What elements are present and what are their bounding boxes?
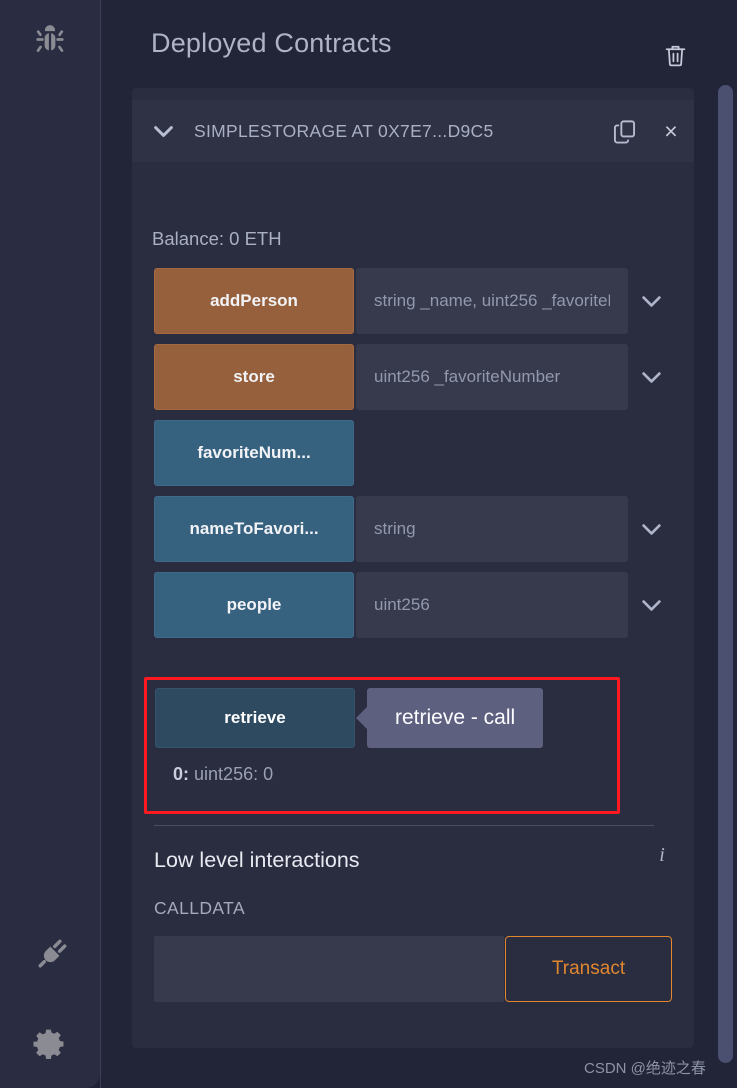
contract-card: SIMPLESTORAGE AT 0X7E7...D9C5 × Balance:… [132,88,694,1048]
function-button-store[interactable]: store [154,344,354,410]
retrieve-row: retrieve retrieve - call [155,688,544,748]
scrollbar-thumb[interactable] [718,85,733,1063]
watermark: CSDN @绝迹之春 [584,1060,706,1077]
plugin-manager-icon[interactable] [0,925,100,987]
function-list: addPerson store favoriteNum... [154,268,674,648]
expand-chevron-icon[interactable] [628,344,674,410]
retrieve-output-index: 0: [173,764,190,784]
function-input-people[interactable] [356,572,628,638]
page-title: Deployed Contracts [151,28,392,58]
function-input-store[interactable] [356,344,628,410]
retrieve-output-value: uint256: 0 [194,764,274,784]
delete-all-icon[interactable] [659,38,691,72]
calldata-row: Transact [154,936,672,1002]
contract-header: SIMPLESTORAGE AT 0X7E7...D9C5 × [132,100,694,162]
retrieve-output: 0: uint256: 0 [173,764,273,785]
calldata-input[interactable] [154,936,504,1002]
icon-rail [0,0,100,1088]
copy-icon[interactable] [600,118,648,145]
expand-chevron-icon[interactable] [628,496,674,562]
function-row-nametofavoritenumber: nameToFavori... [154,496,674,562]
debugger-icon[interactable] [0,10,100,72]
function-row-favoritenumber: favoriteNum... [154,420,674,486]
remix-deployed-contracts-panel: Deployed Contracts SIMPLESTORAGE AT 0X7E… [0,0,737,1088]
deployed-contracts-panel: Deployed Contracts SIMPLESTORAGE AT 0X7E… [100,0,715,1088]
function-input-addperson[interactable] [356,268,628,334]
low-level-interactions-title: Low level interactions [154,848,360,872]
function-row-store: store [154,344,674,410]
function-button-retrieve[interactable]: retrieve [155,688,355,748]
function-button-favoritenumber[interactable]: favoriteNum... [154,420,354,486]
section-divider [154,825,654,826]
close-icon[interactable]: × [648,118,694,145]
function-input-nametofavoritenumber[interactable] [356,496,628,562]
function-button-nametofavoritenumber[interactable]: nameToFavori... [154,496,354,562]
function-button-people[interactable]: people [154,572,354,638]
contract-title: SIMPLESTORAGE AT 0X7E7...D9C5 [194,120,494,141]
retrieve-tooltip: retrieve - call [367,688,544,748]
info-icon[interactable]: i [651,842,673,868]
contract-balance: Balance: 0 ETH [152,228,282,249]
function-row-addperson: addPerson [154,268,674,334]
settings-icon[interactable] [0,1013,100,1075]
chevron-down-icon[interactable] [132,118,194,145]
function-button-addperson[interactable]: addPerson [154,268,354,334]
function-row-people: people [154,572,674,638]
calldata-label: CALLDATA [154,898,246,918]
transact-button[interactable]: Transact [505,936,672,1002]
expand-chevron-icon[interactable] [628,268,674,334]
expand-chevron-icon[interactable] [628,572,674,638]
retrieve-highlight-box: retrieve retrieve - call 0: uint256: 0 [144,677,620,814]
